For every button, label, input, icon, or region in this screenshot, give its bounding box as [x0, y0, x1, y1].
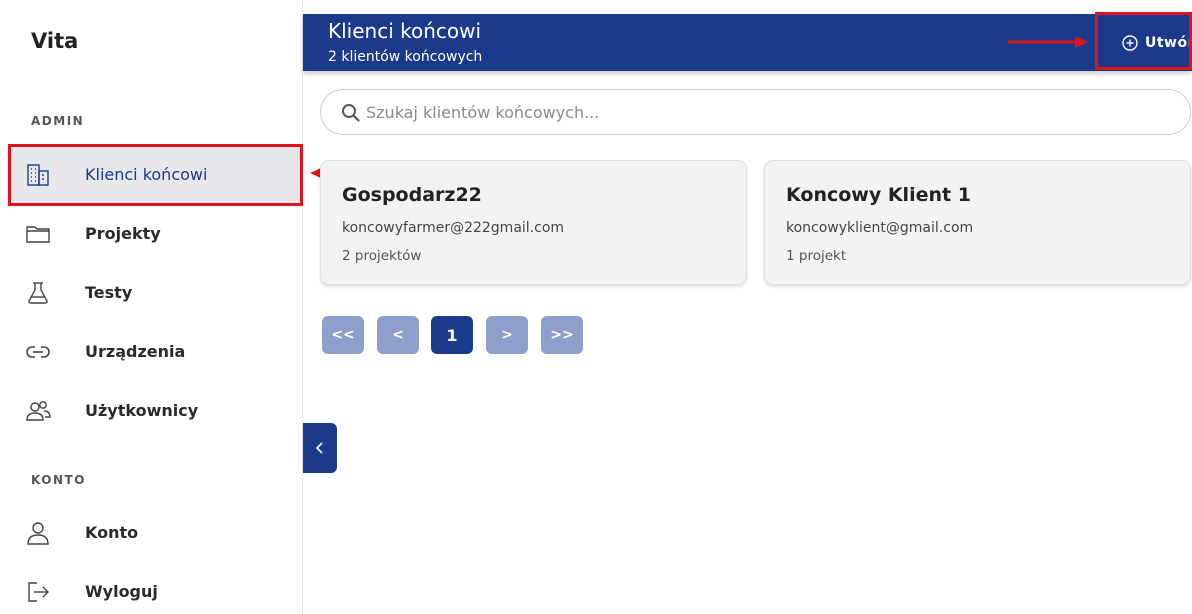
folder-icon	[25, 221, 51, 247]
app-logo: Vita	[31, 29, 79, 53]
sidebar-item-label: Konto	[85, 522, 139, 542]
page-title: Klienci końcowi	[328, 19, 482, 43]
pagination-last-button[interactable]: >>	[541, 316, 583, 354]
sidebar-item-tests[interactable]: Testy	[10, 263, 301, 321]
client-card[interactable]: Gospodarz22 koncowyfarmer@222gmail.com 2…	[320, 160, 747, 285]
pagination-first-button[interactable]: <<	[322, 316, 364, 354]
chevron-left-icon	[315, 442, 323, 454]
create-client-button[interactable]: Utwórz	[1111, 14, 1192, 71]
sidebar-item-users[interactable]: Użytkownicy	[10, 381, 301, 439]
sidebar-collapse-button[interactable]	[303, 423, 337, 473]
pagination-current-page[interactable]: 1	[431, 316, 473, 354]
page-subtitle: 2 klientów końcowych	[328, 49, 483, 65]
client-email: koncowyfarmer@222gmail.com	[342, 220, 565, 236]
users-icon	[25, 398, 51, 424]
logout-icon	[25, 579, 51, 605]
pagination-prev-button[interactable]: <	[377, 316, 419, 354]
section-label-account: KONTO	[31, 473, 86, 487]
client-card[interactable]: Koncowy Klient 1 koncowyklient@gmail.com…	[764, 160, 1191, 285]
sidebar-item-account[interactable]: Konto	[10, 503, 301, 561]
sidebar-item-label: Klienci końcowi	[85, 164, 208, 184]
client-name: Koncowy Klient 1	[786, 184, 971, 206]
client-project-count: 1 projekt	[786, 248, 847, 264]
sidebar-item-label: Użytkownicy	[85, 400, 199, 420]
search-icon	[342, 104, 360, 122]
sidebar-item-label: Testy	[85, 282, 133, 302]
sidebar-item-logout[interactable]: Wyloguj	[10, 562, 301, 614]
search-bar	[320, 89, 1191, 135]
annotation-arrow-create	[1008, 36, 1088, 48]
client-email: koncowyklient@gmail.com	[786, 220, 974, 236]
sidebar-item-projects[interactable]: Projekty	[10, 204, 301, 262]
link-icon	[25, 339, 51, 365]
building-icon	[25, 162, 51, 188]
sidebar-item-devices[interactable]: Urządzenia	[10, 322, 301, 380]
flask-icon	[25, 280, 51, 306]
sidebar: Vita ADMIN Klienci końcowi Projekty Test…	[0, 0, 303, 614]
plus-circle-icon	[1122, 34, 1138, 51]
client-project-count: 2 projektów	[342, 248, 422, 264]
sidebar-item-label: Projekty	[85, 223, 161, 243]
sidebar-item-label: Urządzenia	[85, 341, 186, 361]
section-label-admin: ADMIN	[31, 114, 85, 128]
sidebar-item-clients[interactable]: Klienci końcowi	[10, 145, 301, 203]
search-input[interactable]	[366, 90, 1166, 134]
client-name: Gospodarz22	[342, 184, 482, 206]
user-icon	[25, 520, 51, 546]
pagination-next-button[interactable]: >	[486, 316, 528, 354]
sidebar-item-label: Wyloguj	[85, 581, 158, 601]
create-button-label: Utwórz	[1145, 34, 1192, 51]
